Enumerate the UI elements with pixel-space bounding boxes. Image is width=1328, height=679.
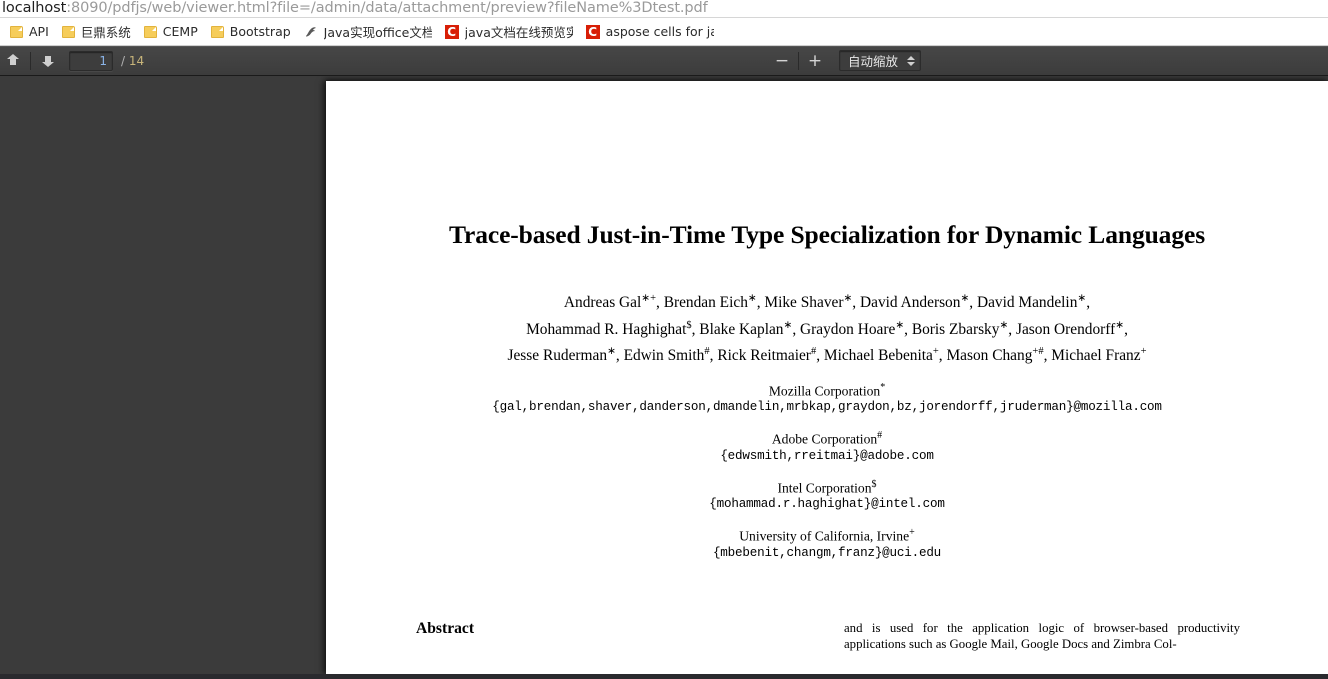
bookmark-overflow-edge (0, 21, 4, 43)
affiliation-email: {mbebenit,changm,franz}@uci.edu (712, 545, 942, 560)
affiliation-name: Intel Corporation$ (326, 476, 1328, 497)
page-number-input[interactable]: 1 (69, 50, 113, 71)
bookmark-item-bootstrap[interactable]: Bootstrap (206, 21, 298, 43)
folder-icon (210, 25, 224, 38)
author-line: Mohammad R. Haghighat$, Blake Kaplan∗, G… (526, 319, 1128, 338)
affiliation-uci: University of California, Irvine+ {mbebe… (326, 524, 1328, 562)
url-path: :8090/pdfjs/web/viewer.html?file=/admin/… (66, 0, 708, 16)
arrow-down-icon (42, 54, 54, 68)
abstract-heading: Abstract (416, 619, 475, 637)
page-count-label: / 14 (121, 54, 144, 68)
url-text: localhost:8090/pdfjs/web/viewer.html?fil… (2, 0, 708, 17)
bookmark-label: API (29, 24, 49, 39)
affiliation-name: Adobe Corporation# (326, 427, 1328, 448)
folder-icon (143, 25, 157, 38)
zoom-in-button[interactable]: + (803, 50, 827, 72)
browser-chrome: localhost:8090/pdfjs/web/viewer.html?fil… (0, 0, 1328, 46)
arrow-up-icon (7, 53, 19, 68)
next-page-button[interactable] (35, 49, 61, 73)
author-line: Andreas Gal∗+, Brendan Eich∗, Mike Shave… (563, 293, 1091, 312)
bookmark-item-aspose-cells[interactable]: C aspose cells for java (581, 21, 721, 43)
bookmark-label: Java实现office文档与 (323, 25, 432, 40)
zoom-level-value: 自动缩放 (848, 54, 899, 69)
affiliation-email: {mohammad.r.haghighat}@intel.com (709, 497, 945, 512)
paper-authors: Andreas Gal∗+, Brendan Eich∗, Mike Shave… (326, 288, 1328, 368)
bookmark-label: 巨鼎系统 (80, 25, 131, 40)
bookmark-item-cemp[interactable]: CEMP (139, 21, 205, 43)
chevron-updown-icon (907, 55, 916, 66)
bookmark-item-java-preview[interactable]: C java文档在线预览实现 (440, 21, 580, 43)
toolbar-separator (30, 51, 31, 70)
right-column-text: and is used for the application logic of… (844, 620, 1240, 651)
bookmark-item-api[interactable]: API (5, 21, 56, 43)
bookmark-label: CEMP (162, 24, 198, 39)
bookmark-label: java文档在线预览实现 (464, 25, 573, 40)
affiliation-name-text: Mozilla Corporation (768, 383, 881, 399)
address-bar[interactable]: localhost:8090/pdfjs/web/viewer.html?fil… (0, 0, 1328, 18)
page-count-value: 14 (128, 53, 145, 68)
author-line: Jesse Ruderman∗, Edwin Smith#, Rick Reit… (507, 346, 1147, 365)
affiliation-name: University of California, Irvine+ (326, 524, 1328, 545)
affiliation-marker: + (909, 527, 915, 539)
affiliation-name-text: Adobe Corporation (771, 431, 878, 447)
right-column: and is used for the application logic of… (844, 620, 1240, 652)
folder-icon (61, 25, 75, 38)
bookmark-label: Bootstrap (229, 24, 291, 39)
left-column: Abstract (416, 620, 812, 652)
page-count-slash: / (121, 53, 126, 68)
folder-icon (10, 25, 23, 38)
paper-columns: Abstract and is used for the application… (326, 620, 1328, 652)
previous-page-button[interactable] (0, 49, 26, 73)
pdf-viewer-container[interactable]: Trace-based Just-in-Time Type Specializa… (0, 76, 1328, 674)
affiliation-email: {edwsmith,rreitmai}@adobe.com (720, 448, 934, 463)
affiliation-marker: $ (871, 478, 877, 490)
affiliation-intel: Intel Corporation$ {mohammad.r.haghighat… (326, 476, 1328, 514)
affiliation-name-text: University of California, Irvine (739, 528, 910, 544)
affiliation-adobe: Adobe Corporation# {edwsmith,rreitmai}@a… (326, 427, 1328, 465)
affiliation-email: {gal,brendan,shaver,danderson,dmandelin,… (492, 400, 1162, 415)
toolbar-separator (798, 51, 799, 70)
affiliation-name-text: Intel Corporation (777, 480, 872, 496)
url-host: localhost (2, 0, 67, 16)
zoom-level-select[interactable]: 自动缩放 (839, 50, 922, 71)
pdf-viewer-toolbar: 1 / 14 − + 自动缩放 (0, 46, 1328, 76)
paper-title: Trace-based Just-in-Time Type Specializa… (448, 220, 1206, 249)
page-icon (304, 25, 318, 39)
toolbar-right-group: − + 自动缩放 (770, 50, 922, 72)
bookmark-item-jvding[interactable]: 巨鼎系统 (57, 21, 138, 43)
bookmark-item-java-office[interactable]: Java实现office文档与 (299, 21, 439, 43)
csdn-icon: C (444, 24, 459, 39)
bookmark-label: aspose cells for java (605, 24, 714, 39)
affiliation-marker: * (880, 381, 886, 393)
affiliation-name: Mozilla Corporation* (326, 379, 1328, 400)
pdf-page-1: Trace-based Just-in-Time Type Specializa… (326, 81, 1328, 674)
bookmarks-bar: API 巨鼎系统 CEMP Bootstrap Java实现office文档与 (0, 18, 1328, 46)
affiliation-marker: # (877, 430, 883, 442)
affiliation-mozilla: Mozilla Corporation* {gal,brendan,shaver… (326, 379, 1328, 417)
toolbar-left-group: 1 / 14 (0, 49, 144, 73)
zoom-out-button[interactable]: − (770, 50, 794, 72)
csdn-icon: C (585, 24, 600, 39)
